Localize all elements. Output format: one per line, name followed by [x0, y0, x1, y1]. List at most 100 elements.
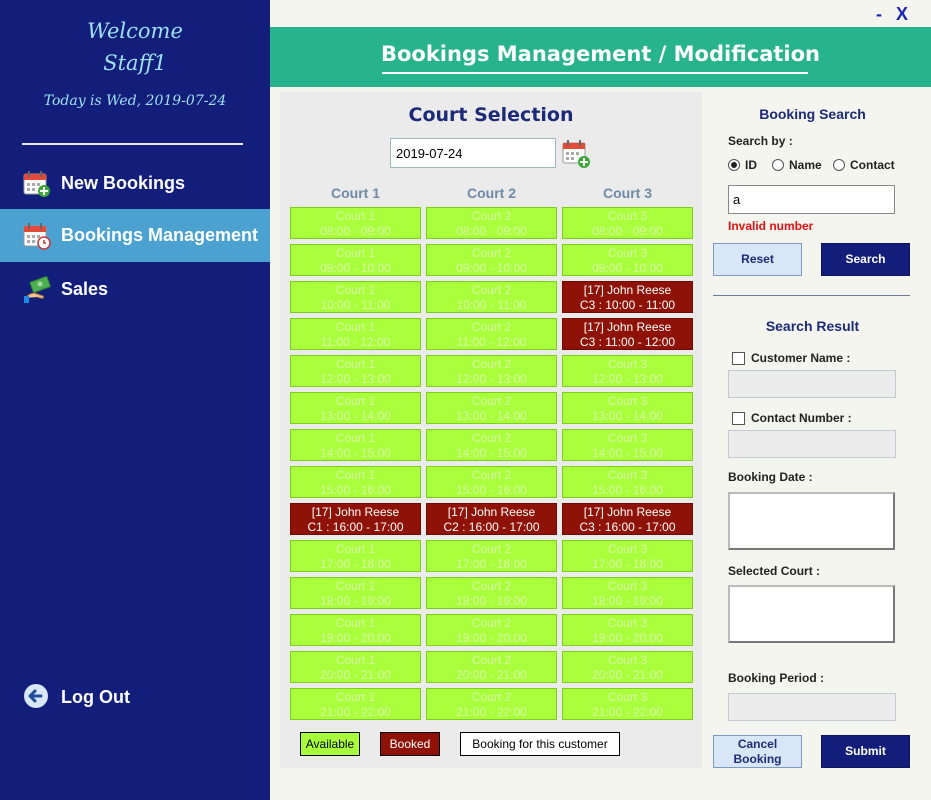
available-slot[interactable]: Court 3 08:00 - 09:00: [562, 207, 693, 239]
radio-dot: [728, 159, 740, 171]
slot-line-1: Court 1: [335, 431, 376, 445]
available-slot[interactable]: Court 1 21:00 - 22:00: [290, 688, 421, 720]
slot-line-2: 21:00 - 22:00: [456, 705, 527, 719]
available-slot[interactable]: Court 1 09:00 - 10:00: [290, 244, 421, 276]
slot-line-2: 14:00 - 15:00: [320, 446, 391, 460]
app-window: Welcome Staff1 Today is Wed, 2019-07-24 …: [0, 0, 931, 800]
available-slot[interactable]: Court 2 15:00 - 16:00: [426, 466, 557, 498]
minimize-button[interactable]: -: [876, 4, 882, 25]
available-slot[interactable]: Court 1 10:00 - 11:00: [290, 281, 421, 313]
slot-line-1: Court 1: [335, 690, 376, 704]
slot-line-1: Court 2: [471, 357, 512, 371]
available-slot[interactable]: Court 1 13:00 - 14:00: [290, 392, 421, 424]
available-slot[interactable]: Court 3 18:00 - 19:00: [562, 577, 693, 609]
available-slot[interactable]: Court 3 20:00 - 21:00: [562, 651, 693, 683]
slot-line-1: Court 3: [607, 357, 648, 371]
booked-slot[interactable]: [17] John Reese C3 : 16:00 - 17:00: [562, 503, 693, 535]
sidebar-item-sales[interactable]: Sales: [0, 263, 270, 316]
slot-line-1: Court 3: [607, 690, 648, 704]
available-slot[interactable]: Court 3 14:00 - 15:00: [562, 429, 693, 461]
contact-number-checkbox[interactable]: Contact Number :: [732, 411, 852, 425]
available-slot[interactable]: Court 1 17:00 - 18:00: [290, 540, 421, 572]
search-button[interactable]: Search: [821, 243, 910, 276]
slot-line-2: 18:00 - 19:00: [320, 594, 391, 608]
available-slot[interactable]: Court 3 19:00 - 20:00: [562, 614, 693, 646]
sidebar: Welcome Staff1 Today is Wed, 2019-07-24 …: [0, 0, 270, 800]
available-slot[interactable]: Court 1 15:00 - 16:00: [290, 466, 421, 498]
radio-dot: [833, 159, 845, 171]
money-hand-icon: [24, 275, 51, 303]
logout-button[interactable]: Log Out: [0, 672, 270, 722]
search-input[interactable]: [728, 185, 895, 214]
booking-search-title: Booking Search: [759, 106, 866, 122]
available-slot[interactable]: Court 2 19:00 - 20:00: [426, 614, 557, 646]
available-slot[interactable]: Court 3 13:00 - 14:00: [562, 392, 693, 424]
available-slot[interactable]: Court 2 21:00 - 22:00: [426, 688, 557, 720]
booked-slot[interactable]: [17] John Reese C3 : 10:00 - 11:00: [562, 281, 693, 313]
booked-slot[interactable]: [17] John Reese C1 : 16:00 - 17:00: [290, 503, 421, 535]
available-slot[interactable]: Court 1 12:00 - 13:00: [290, 355, 421, 387]
cancel-booking-button[interactable]: Cancel Booking: [713, 735, 802, 768]
available-slot[interactable]: Court 3 09:00 - 10:00: [562, 244, 693, 276]
slot-line-2: 17:00 - 18:00: [592, 557, 663, 571]
customer-name-field[interactable]: [728, 370, 896, 398]
slot-line-1: Court 3: [607, 246, 648, 260]
back-arrow-icon: [24, 684, 48, 708]
radio-id[interactable]: ID: [728, 158, 757, 172]
booking-period-field[interactable]: [728, 693, 896, 721]
selected-court-field[interactable]: [728, 585, 895, 643]
slot-line-1: Court 2: [471, 283, 512, 297]
slot-line-2: C1 : 16:00 - 17:00: [307, 520, 404, 534]
sidebar-item-new-bookings[interactable]: New Bookings: [0, 157, 270, 210]
customer-name-checkbox[interactable]: Customer Name :: [732, 351, 850, 365]
available-slot[interactable]: Court 1 14:00 - 15:00: [290, 429, 421, 461]
available-slot[interactable]: Court 2 12:00 - 13:00: [426, 355, 557, 387]
available-slot[interactable]: Court 2 08:00 - 09:00: [426, 207, 557, 239]
slot-line-1: Court 3: [607, 616, 648, 630]
sidebar-item-bookings-management[interactable]: Bookings Management: [0, 209, 270, 262]
radio-name[interactable]: Name: [772, 158, 822, 172]
radio-contact[interactable]: Contact: [833, 158, 895, 172]
available-slot[interactable]: Court 2 10:00 - 11:00: [426, 281, 557, 313]
available-slot[interactable]: Court 2 11:00 - 12:00: [426, 318, 557, 350]
booked-slot[interactable]: [17] John Reese C2 : 16:00 - 17:00: [426, 503, 557, 535]
available-slot[interactable]: Court 2 20:00 - 21:00: [426, 651, 557, 683]
page-header: Bookings Management / Modification: [270, 27, 931, 87]
radio-label: Name: [789, 158, 822, 172]
available-slot[interactable]: Court 2 17:00 - 18:00: [426, 540, 557, 572]
legend-booked: Booked: [380, 732, 440, 756]
logout-label: Log Out: [61, 686, 130, 707]
booked-slot[interactable]: [17] John Reese C3 : 11:00 - 12:00: [562, 318, 693, 350]
slot-line-2: 13:00 - 14:00: [456, 409, 527, 423]
reset-button[interactable]: Reset: [713, 243, 802, 276]
date-input[interactable]: [390, 138, 556, 168]
available-slot[interactable]: Court 2 14:00 - 15:00: [426, 429, 557, 461]
available-slot[interactable]: Court 3 12:00 - 13:00: [562, 355, 693, 387]
contact-number-field[interactable]: [728, 430, 896, 458]
slot-line-1: Court 2: [471, 542, 512, 556]
available-slot[interactable]: Court 1 18:00 - 19:00: [290, 577, 421, 609]
slot-line-2: 11:00 - 12:00: [456, 335, 527, 349]
available-slot[interactable]: Court 1 19:00 - 20:00: [290, 614, 421, 646]
slot-line-2: 20:00 - 21:00: [456, 668, 527, 682]
available-slot[interactable]: Court 3 21:00 - 22:00: [562, 688, 693, 720]
calendar-add-icon: [23, 170, 50, 197]
slot-line-1: Court 2: [471, 690, 512, 704]
today-date: Today is Wed, 2019-07-24: [43, 93, 227, 109]
available-slot[interactable]: Court 1 08:00 - 09:00: [290, 207, 421, 239]
slot-line-1: [17] John Reese: [583, 505, 672, 519]
available-slot[interactable]: Court 1 11:00 - 12:00: [290, 318, 421, 350]
checkbox-box: [732, 351, 745, 365]
booking-date-field[interactable]: [728, 492, 895, 550]
available-slot[interactable]: Court 3 15:00 - 16:00: [562, 466, 693, 498]
available-slot[interactable]: Court 1 20:00 - 21:00: [290, 651, 421, 683]
submit-button[interactable]: Submit: [821, 735, 910, 768]
available-slot[interactable]: Court 2 13:00 - 14:00: [426, 392, 557, 424]
slot-line-2: 15:00 - 16:00: [320, 483, 391, 497]
calendar-picker-icon[interactable]: [561, 139, 591, 169]
available-slot[interactable]: Court 2 09:00 - 10:00: [426, 244, 557, 276]
booking-date-label: Booking Date :: [728, 470, 813, 484]
available-slot[interactable]: Court 3 17:00 - 18:00: [562, 540, 693, 572]
close-button[interactable]: X: [896, 4, 908, 25]
available-slot[interactable]: Court 2 18:00 - 19:00: [426, 577, 557, 609]
